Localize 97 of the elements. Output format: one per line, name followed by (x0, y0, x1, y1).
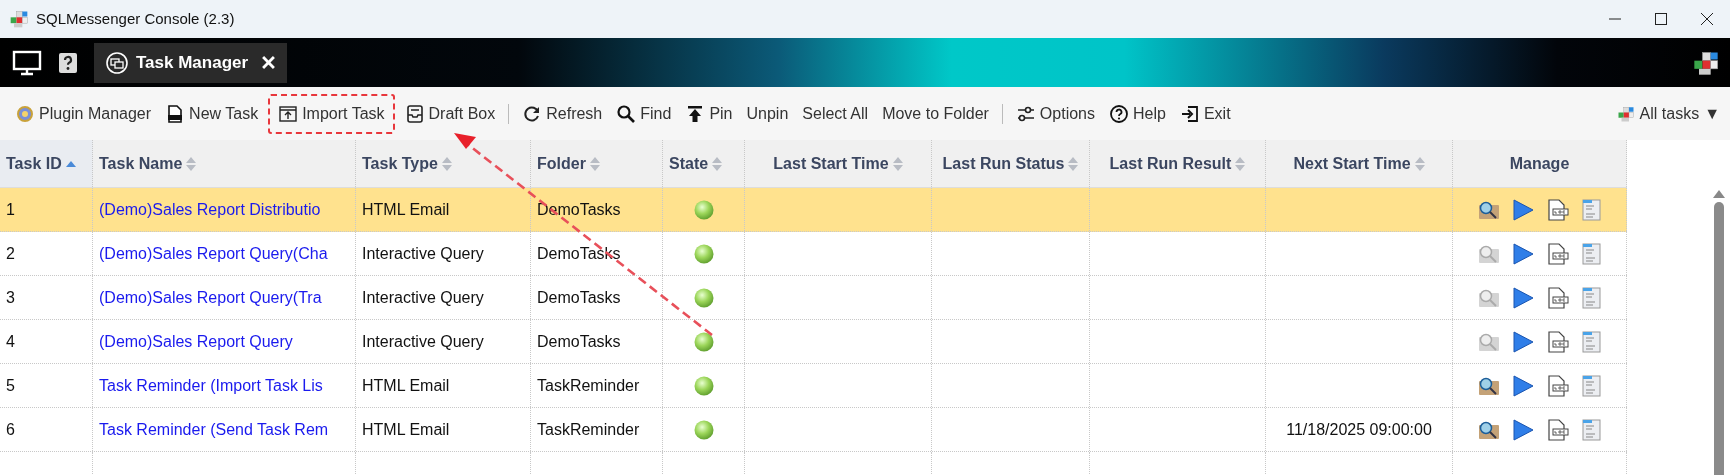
log-file-icon[interactable] (1547, 242, 1569, 265)
column-header[interactable]: Next Start Time (1266, 140, 1453, 187)
table-cell-text: HTML Email (362, 375, 450, 396)
table-cell-text: 4 (6, 331, 15, 352)
scroll-thumb[interactable] (1714, 202, 1724, 475)
table-row[interactable]: 1 (Demo)Sales Report Distributio HTML Email DemoTasks (0, 188, 1627, 232)
table-cell-text: DemoTasks (537, 199, 621, 220)
status-dot-icon (693, 243, 714, 264)
column-header[interactable]: Task ID (0, 140, 93, 187)
monitor-icon[interactable] (12, 49, 42, 76)
table-cell-text: Interactive Query (362, 287, 484, 308)
tab[interactable]: Task Manager (94, 42, 288, 83)
play-icon[interactable] (1513, 198, 1534, 221)
play-icon[interactable] (1513, 374, 1534, 397)
help-icon[interactable] (59, 52, 77, 73)
log-file-icon[interactable] (1547, 198, 1569, 221)
windows-icon (106, 51, 128, 74)
play-icon[interactable] (1513, 418, 1534, 441)
window-title: SQLMessenger Console (2.3) (36, 8, 235, 29)
table-cell-text: Interactive Query (362, 331, 484, 352)
toolbar-button[interactable]: New Task (158, 93, 266, 134)
table-cell-text: TaskReminder (537, 375, 640, 396)
table-row[interactable]: 5 Task Reminder (Import Task Lis HTML Email TaskReminder (0, 364, 1627, 408)
table-cell-text: DemoTasks (537, 331, 621, 352)
table-cell[interactable]: (Demo)Sales Report Query (99, 329, 293, 354)
document-icon[interactable] (1582, 418, 1601, 441)
table-cell[interactable]: Task Reminder (Import Task Lis (99, 373, 323, 398)
table-cell-text: DemoTasks (537, 243, 621, 264)
scroll-up-icon[interactable] (1713, 190, 1725, 198)
exit-icon (1179, 103, 1200, 124)
column-header[interactable]: Last Run Result (1090, 140, 1266, 187)
column-header[interactable]: Last Run Status (932, 140, 1090, 187)
toolbar-button[interactable]: Help (1102, 93, 1173, 134)
close-icon[interactable] (262, 56, 276, 69)
table-row[interactable]: 2 (Demo)Sales Report Query(Cha Interactive Query DemoTasks (0, 232, 1627, 276)
table-cell-text: DemoTasks (537, 287, 621, 308)
status-dot-icon (693, 331, 714, 352)
scrollbar[interactable] (1713, 190, 1725, 475)
toolbar-button[interactable]: Exit (1172, 93, 1238, 134)
toolbar-button[interactable]: Select All (795, 93, 876, 134)
search-icon (616, 103, 637, 124)
cubes-icon (1616, 104, 1635, 123)
table-cell-text: Interactive Query (362, 243, 484, 264)
table-cell-text: 6 (6, 419, 15, 440)
table-cell-text: 5 (6, 375, 15, 396)
task-filter-dropdown[interactable]: All tasks ▼ (1616, 101, 1720, 126)
play-icon[interactable] (1513, 242, 1534, 265)
column-header[interactable]: Folder (531, 140, 663, 187)
toolbar-button[interactable]: Find (609, 93, 679, 134)
magnifier-folder-icon[interactable] (1478, 375, 1500, 396)
column-header[interactable]: State (663, 140, 745, 187)
import-window-icon (278, 103, 299, 124)
toolbar-button[interactable]: Unpin (739, 93, 796, 134)
table-row[interactable]: 3 (Demo)Sales Report Query(Tra Interactive Query DemoTasks (0, 276, 1627, 320)
status-dot-icon (693, 287, 714, 308)
inbox-icon (404, 103, 425, 124)
table-row[interactable]: 6 Task Reminder (Send Task Rem HTML Email TaskReminder 11/18/2025 09:00:00 (0, 408, 1627, 452)
table-cell[interactable]: (Demo)Sales Report Query(Cha (99, 241, 328, 266)
toolbar-button[interactable]: Pin (678, 93, 740, 134)
table-cell[interactable]: Task Reminder (Send Task Rem (99, 417, 329, 442)
toolbar-button[interactable]: Draft Box (397, 93, 503, 134)
table-row[interactable]: 4 (Demo)Sales Report Query Interactive Query DemoTasks (0, 320, 1627, 364)
table-cell-text: 3 (6, 287, 15, 308)
toolbar-button[interactable]: Refresh (515, 93, 610, 134)
globe-gear-icon (15, 103, 35, 124)
play-icon[interactable] (1513, 286, 1534, 309)
table-cell-text: 1 (6, 199, 15, 220)
column-header[interactable]: Manage (1453, 140, 1627, 187)
help-icon (1109, 103, 1129, 124)
table-cell-text: 2 (6, 243, 15, 264)
document-icon[interactable] (1582, 286, 1601, 309)
toolbar-button[interactable]: Move to Folder (875, 93, 996, 134)
log-file-icon[interactable] (1547, 418, 1569, 441)
magnifier-folder-icon[interactable] (1478, 199, 1500, 220)
log-file-icon[interactable] (1547, 330, 1569, 353)
table-cell-text: TaskReminder (537, 419, 640, 440)
table-cell[interactable]: (Demo)Sales Report Query(Tra (99, 285, 322, 310)
play-icon[interactable] (1513, 330, 1534, 353)
document-icon[interactable] (1582, 330, 1601, 353)
table-cell[interactable]: (Demo)Sales Report Distributio (99, 197, 321, 222)
document-icon[interactable] (1582, 374, 1601, 397)
table-cell-text: HTML Email (362, 199, 450, 220)
column-header[interactable]: Task Name (93, 140, 356, 187)
table-cell-text: 11/18/2025 09:00:00 (1286, 419, 1432, 440)
log-file-icon[interactable] (1547, 286, 1569, 309)
status-dot-icon (693, 199, 714, 220)
status-dot-icon (693, 375, 714, 396)
toolbar-button[interactable]: Plugin Manager (8, 93, 159, 134)
app-logo-icon (9, 9, 29, 29)
column-header[interactable]: Last Start Time (745, 140, 932, 187)
magnifier-folder-icon[interactable] (1478, 419, 1500, 440)
table-cell-text: HTML Email (362, 419, 450, 440)
toolbar-button[interactable]: Options (1008, 93, 1102, 134)
toolbar-button[interactable]: Import Task (268, 93, 395, 134)
status-dot-icon (693, 419, 714, 440)
log-file-icon[interactable] (1547, 374, 1569, 397)
document-icon[interactable] (1582, 242, 1601, 265)
